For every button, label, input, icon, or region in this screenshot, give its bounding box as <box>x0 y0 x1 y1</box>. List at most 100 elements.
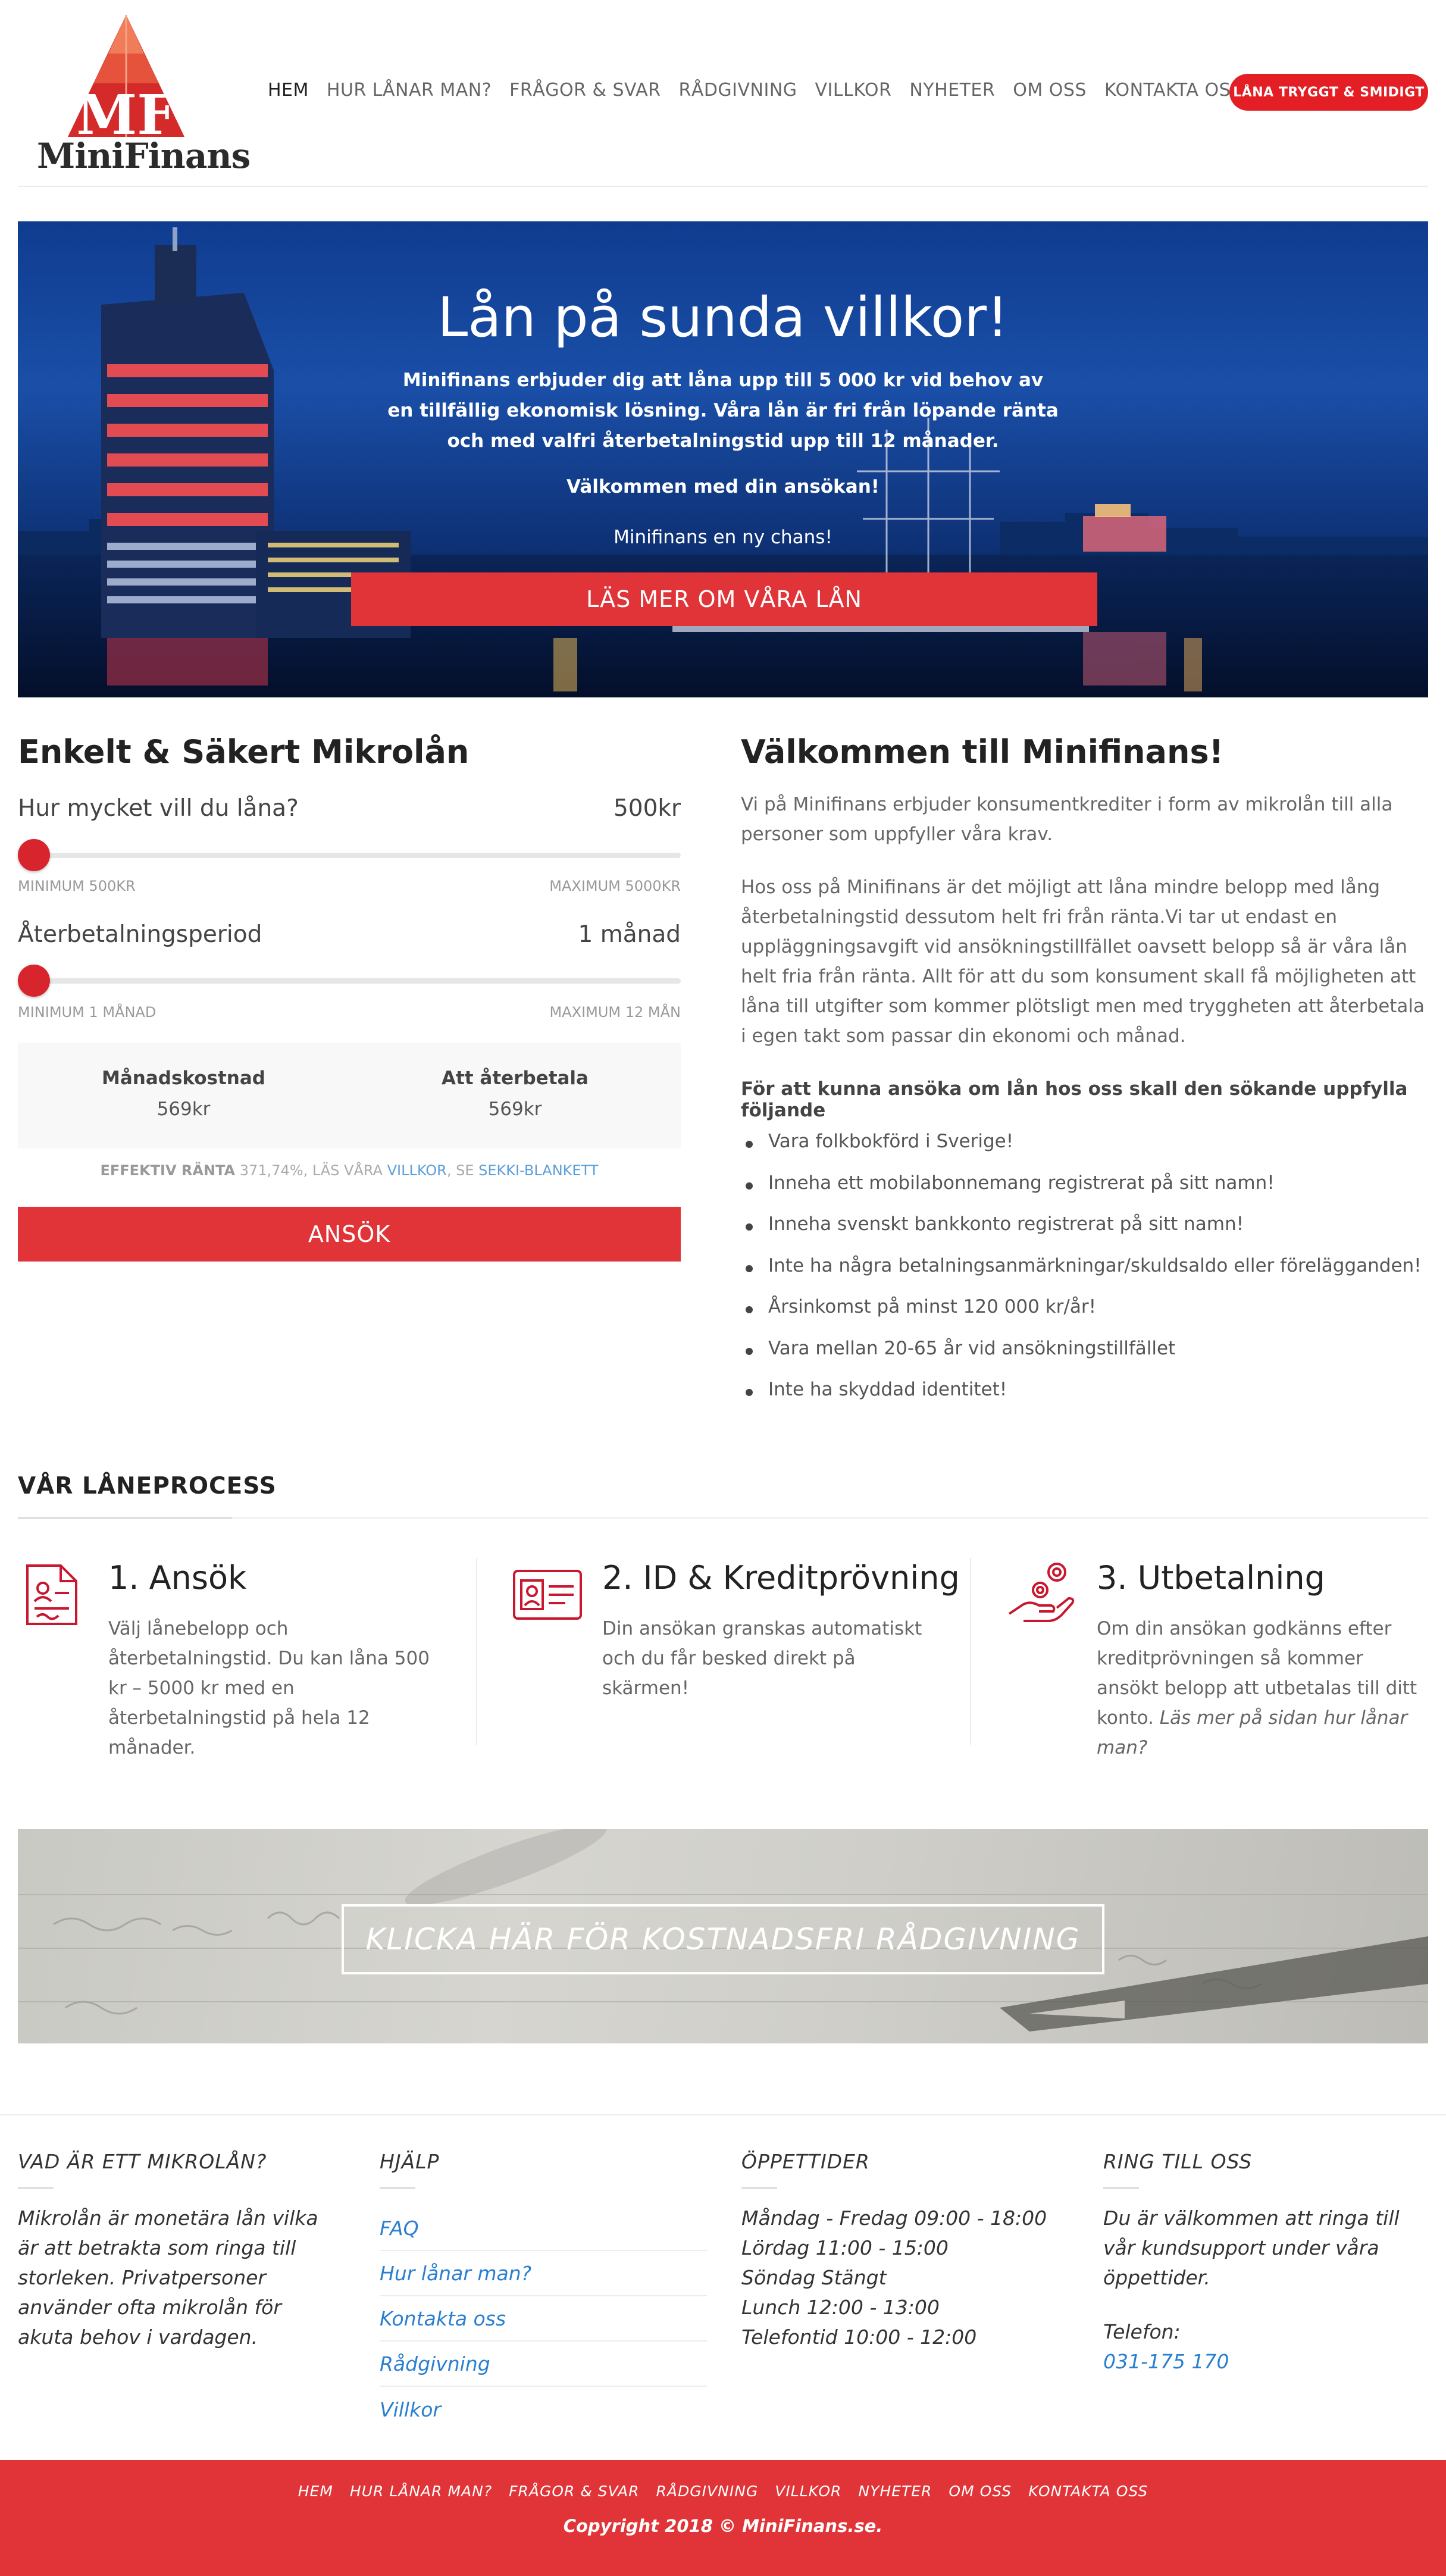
list-item: Vara mellan 20-65 år vid ansökningstillf… <box>741 1338 1425 1379</box>
process-divider-accent <box>18 1517 232 1519</box>
footer-microloan-title: VAD ÄR ETT MIKROLÅN? <box>18 2150 267 2173</box>
period-slider-track[interactable] <box>18 978 681 984</box>
monthly-cost-value: 569kr <box>157 1098 211 1120</box>
footer-nav-kontakta-oss[interactable]: KONTAKTA OSS <box>1028 2483 1148 2500</box>
sekki-link[interactable]: SEKKI-BLANKETT <box>478 1162 598 1179</box>
footer-nav-om-oss[interactable]: OM OSS <box>949 2483 1012 2500</box>
rate-label: EFFEKTIV RÄNTA <box>100 1162 236 1179</box>
document-icon <box>19 1562 84 1627</box>
nav-item-villkor[interactable]: VILLKOR <box>815 80 892 101</box>
footer-hours-title: ÖPPETTIDER <box>741 2150 870 2173</box>
phone-link[interactable]: 031-175 170 <box>1103 2347 1229 2377</box>
amount-value: 500kr <box>613 795 681 822</box>
id-card-icon <box>512 1565 582 1630</box>
hours-line: Lunch 12:00 - 13:00 <box>741 2296 940 2319</box>
footer-title-bar <box>18 2187 54 2189</box>
nav-item-kontakta-oss[interactable]: KONTAKTA OSS <box>1104 80 1242 101</box>
welcome-body: Hos oss på Minifinans är det möjligt att… <box>741 877 1425 1047</box>
step-3-text: Om din ansökan godkänns efter kreditpröv… <box>1097 1614 1430 1763</box>
hours-line: Måndag - Fredag 09:00 - 18:00 <box>741 2206 1047 2230</box>
footer-nav-hem[interactable]: HEM <box>298 2483 333 2500</box>
calculator-title: Enkelt & Säkert Mikrolån <box>18 733 470 771</box>
read-more-loans-button[interactable]: LÄS MER OM VÅRA LÅN <box>351 572 1097 626</box>
cta-button[interactable]: LÅNA TRYGGT & SMIDIGT <box>1229 74 1428 111</box>
free-advice-button[interactable]: KLICKA HÄR FÖR KOSTNADSFRI RÅDGIVNING <box>342 1904 1104 1974</box>
footer-link-kontakta-oss[interactable]: Kontakta oss <box>380 2296 707 2342</box>
period-max-label: MAXIMUM 12 MÅN <box>549 1004 681 1021</box>
footer-nav-fragor-svar[interactable]: FRÅGOR & SVAR <box>509 2483 639 2500</box>
requirements-title: För att kunna ansöka om lån hos oss skal… <box>741 1078 1408 1121</box>
footer-call-title: RING TILL OSS <box>1103 2150 1253 2173</box>
period-slider-handle[interactable] <box>18 965 50 997</box>
footer-nav-nyheter[interactable]: NYHETER <box>858 2483 932 2500</box>
step-3-title: 3. Utbetalning <box>1097 1559 1325 1597</box>
step-1-text: Välj lånebelopp och återbetalningstid. D… <box>108 1618 430 1758</box>
amount-label: Hur mycket vill du låna? <box>18 795 299 822</box>
process-title: VÅR LÅNEPROCESS <box>18 1473 277 1500</box>
hours-line: Telefontid 10:00 - 12:00 <box>741 2325 977 2349</box>
amount-slider-handle[interactable] <box>18 839 50 871</box>
step-1-title: 1. Ansök <box>108 1559 247 1597</box>
apply-button[interactable]: ANSÖK <box>18 1207 681 1262</box>
footer-nav-villkor[interactable]: VILLKOR <box>775 2483 841 2500</box>
footer-help-links: FAQ Hur lånar man? Kontakta oss Rådgivni… <box>380 2206 707 2432</box>
footer-microloan-text: Mikrolån är monetära lån vilka är att be… <box>18 2206 318 2349</box>
period-label: Återbetalningsperiod <box>18 921 262 948</box>
hours-line: Lördag 11:00 - 15:00 <box>741 2236 949 2259</box>
main-nav: HEM HUR LÅNAR MAN? FRÅGOR & SVAR RÅDGIVN… <box>268 80 1260 101</box>
hero-tagline: Minifinans en ny chans! <box>614 527 832 548</box>
amount-slider-track[interactable] <box>18 853 681 858</box>
footer-link-hur-lanar-man[interactable]: Hur lånar man? <box>380 2251 707 2296</box>
monthly-cost-label: Månadskostnad <box>102 1068 265 1089</box>
nav-item-fragor-svar[interactable]: FRÅGOR & SVAR <box>509 80 661 101</box>
hero-banner: Lån på sunda villkor! Minifinans erbjude… <box>18 221 1428 697</box>
header-divider <box>18 186 1428 187</box>
requirements-list: Vara folkbokförd i Sverige! Inneha ett m… <box>741 1131 1425 1420</box>
footer-divider <box>0 2114 1446 2115</box>
amount-max-label: MAXIMUM 5000KR <box>549 878 681 894</box>
step-2-text: Din ansökan granskas automatiskt och du … <box>602 1618 922 1699</box>
cost-summary: Månadskostnad 569kr Att återbetala 569kr <box>18 1043 681 1148</box>
rate-value: 371,74%, LÄS VÅRA <box>239 1162 383 1179</box>
footer-help-title: HJÄLP <box>380 2150 440 2173</box>
footer-link-radgivning[interactable]: Rådgivning <box>380 2342 707 2387</box>
hero-welcome: Välkommen med din ansökan! <box>566 476 880 497</box>
footer-call-text: Du är välkommen att ringa till vår kunds… <box>1103 2206 1400 2289</box>
period-value: 1 månad <box>578 921 681 948</box>
footer-title-bar <box>1103 2187 1139 2189</box>
footer-hours-list: Måndag - Fredag 09:00 - 18:00 Lördag 11:… <box>741 2203 1047 2352</box>
list-item: Inneha svenskt bankkonto registrerat på … <box>741 1213 1425 1255</box>
copyright: Copyright 2018 © MiniFinans.se. <box>563 2516 883 2536</box>
rate-separator: , SE <box>446 1162 474 1179</box>
nav-item-om-oss[interactable]: OM OSS <box>1013 80 1087 101</box>
logo-text[interactable]: MiniFinans <box>37 136 251 176</box>
step-divider <box>970 1558 971 1745</box>
list-item: Årsinkomst på minst 120 000 kr/år! <box>741 1296 1425 1338</box>
list-item: Inte ha skyddad identitet! <box>741 1379 1425 1420</box>
nav-item-nyheter[interactable]: NYHETER <box>909 80 995 101</box>
nav-item-hem[interactable]: HEM <box>268 80 309 101</box>
amount-min-label: MINIMUM 500KR <box>18 878 136 894</box>
step-2-title: 2. ID & Kreditprövning <box>602 1559 960 1597</box>
list-item: Vara folkbokförd i Sverige! <box>741 1131 1425 1172</box>
hero-description: Minifinans erbjuder dig att låna upp til… <box>387 370 1059 452</box>
villkor-link[interactable]: VILLKOR <box>387 1162 447 1179</box>
hand-coins-icon <box>1006 1559 1075 1625</box>
total-repay-value: 569kr <box>488 1098 542 1120</box>
phone-label: Telefon: <box>1103 2320 1181 2343</box>
footer-nav-hur-lanar-man[interactable]: HUR LÅNAR MAN? <box>350 2483 492 2500</box>
hero-title: Lån på sunda villkor! <box>437 286 1009 349</box>
footer-link-faq[interactable]: FAQ <box>380 2206 707 2251</box>
footer-link-villkor[interactable]: Villkor <box>380 2387 707 2432</box>
welcome-intro: Vi på Minifinans erbjuder konsumentkredi… <box>741 794 1393 845</box>
total-repay-label: Att återbetala <box>442 1068 589 1089</box>
footer-nav-radgivning[interactable]: RÅDGIVNING <box>656 2483 759 2500</box>
nav-item-radgivning[interactable]: RÅDGIVNING <box>678 80 797 101</box>
hours-line: Söndag Stängt <box>741 2266 887 2289</box>
nav-item-hur-lanar-man[interactable]: HUR LÅNAR MAN? <box>327 80 492 101</box>
effective-rate-note: EFFEKTIV RÄNTA 371,74%, LÄS VÅRA VILLKOR… <box>18 1162 681 1179</box>
step-divider <box>476 1558 477 1745</box>
period-min-label: MINIMUM 1 MÅNAD <box>18 1004 157 1021</box>
footer-title-bar <box>380 2187 415 2189</box>
list-item: Inte ha några betalningsanmärkningar/sku… <box>741 1255 1425 1297</box>
